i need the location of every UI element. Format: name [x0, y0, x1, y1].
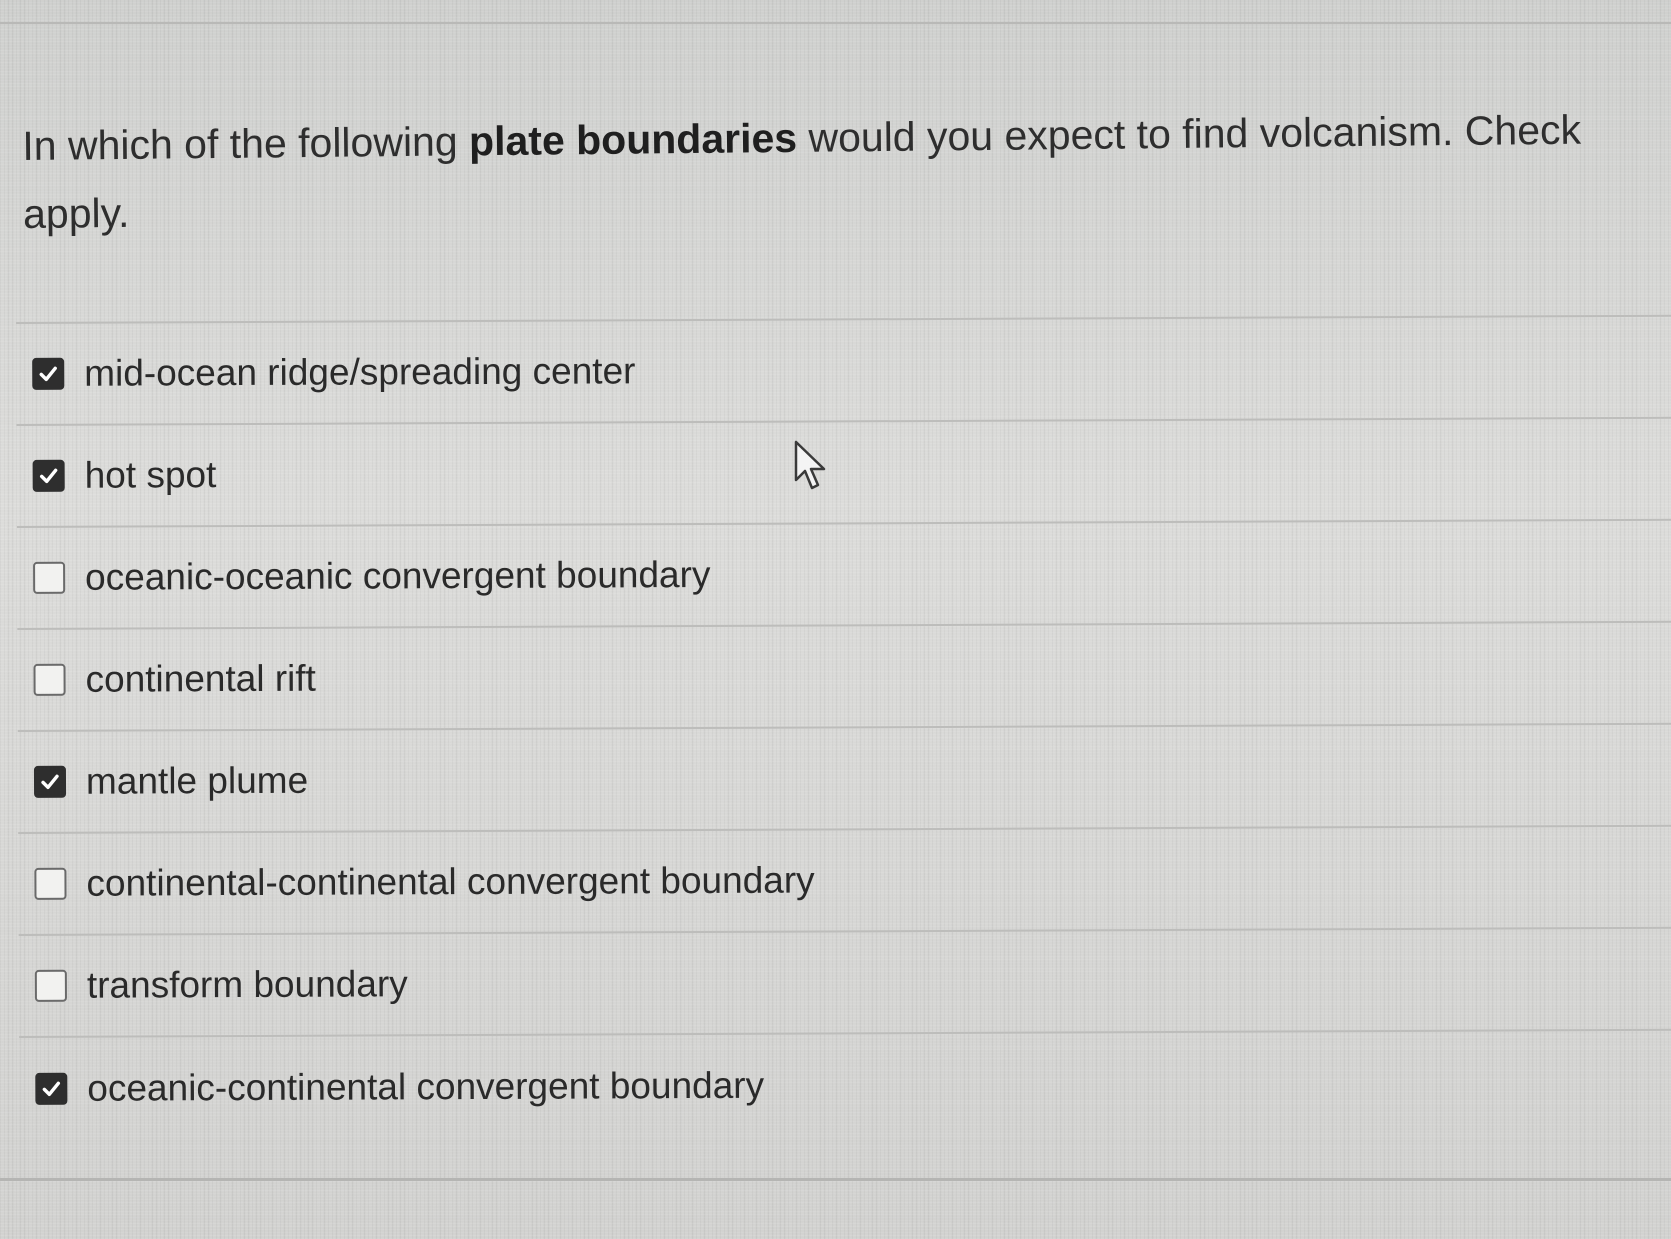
answer-label-3: oceanic-oceanic convergent boundary — [85, 553, 711, 598]
answer-list: mid-ocean ridge/spreading center hot spo… — [16, 314, 1671, 1140]
checkmark-icon — [39, 468, 58, 484]
answer-option-3[interactable]: oceanic-oceanic convergent boundary — [16, 520, 1671, 630]
answer-checkbox-1[interactable] — [32, 357, 65, 390]
question-prompt: In which of the following plate boundari… — [22, 95, 1663, 248]
answer-option-4[interactable]: continental rift — [17, 622, 1671, 732]
answer-label-5: mantle plume — [85, 759, 309, 802]
answer-checkbox-3[interactable] — [33, 561, 66, 594]
answer-checkbox-7[interactable] — [34, 969, 67, 1002]
answer-checkbox-6[interactable] — [34, 867, 67, 900]
answer-option-5[interactable]: mantle plume — [17, 724, 1671, 834]
answer-checkbox-5[interactable] — [33, 765, 67, 798]
answer-label-7: transform boundary — [86, 963, 408, 1006]
answer-checkbox-4[interactable] — [33, 663, 66, 696]
answer-option-6[interactable]: continental-continental convergent bound… — [18, 826, 1671, 936]
question-text-bold: plate boundaries — [468, 114, 798, 165]
quiz-question-panel: In which of the following plate boundari… — [0, 24, 1671, 1194]
answer-label-4: continental rift — [85, 657, 317, 700]
checkmark-icon — [39, 366, 57, 382]
answer-label-2: hot spot — [84, 454, 217, 496]
bottom-divider — [0, 1178, 1671, 1181]
question-text-before: In which of the following — [22, 118, 470, 169]
answer-label-1: mid-ocean ridge/spreading center — [84, 350, 636, 394]
answer-option-8[interactable]: oceanic-continental convergent boundary — [19, 1031, 1671, 1140]
checkmark-icon — [42, 1081, 61, 1097]
answer-option-7[interactable]: transform boundary — [18, 928, 1671, 1038]
mouse-pointer-icon — [794, 440, 826, 490]
answer-label-6: continental-continental convergent bound… — [86, 859, 815, 904]
answer-option-2[interactable]: hot spot — [16, 418, 1671, 528]
answer-checkbox-2[interactable] — [32, 459, 65, 492]
answer-checkbox-8[interactable] — [35, 1072, 68, 1105]
answer-option-1[interactable]: mid-ocean ridge/spreading center — [16, 316, 1671, 426]
answer-label-8: oceanic-continental convergent boundary — [87, 1064, 765, 1109]
checkmark-icon — [41, 774, 59, 790]
